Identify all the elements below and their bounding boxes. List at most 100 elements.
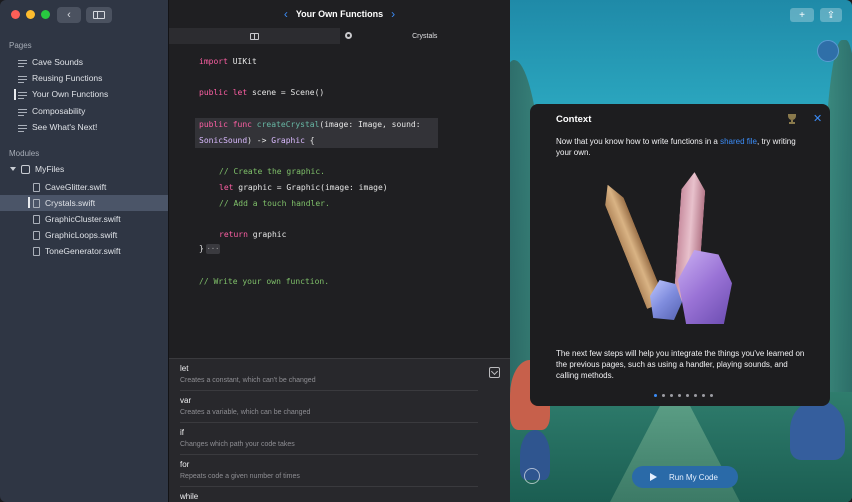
completion-keyword: let [180, 364, 189, 373]
code-line: } [199, 244, 204, 253]
close-icon[interactable]: ✕ [813, 112, 822, 125]
run-label: Run My Code [669, 472, 718, 482]
code-line: import UIKit [199, 57, 257, 66]
next-page-chevron-icon[interactable]: › [391, 7, 395, 21]
code-completion-list: let Creates a constant, which can't be c… [169, 358, 510, 502]
page-icon [18, 74, 27, 83]
completion-item-var[interactable]: var Creates a variable, which can be cha… [180, 391, 478, 423]
page-indicator[interactable] [654, 394, 713, 397]
file-item-graphiccluster[interactable]: GraphicCluster.swift [0, 211, 168, 227]
file-item-graphicloops[interactable]: GraphicLoops.swift [0, 227, 168, 243]
completion-keyword: var [180, 396, 192, 405]
completion-item-while[interactable]: while [180, 487, 478, 502]
disclosure-triangle-icon[interactable] [10, 167, 16, 171]
close-window-button[interactable] [11, 10, 20, 19]
page-dot[interactable] [654, 394, 657, 397]
current-page-marker [14, 89, 16, 100]
plus-icon: + [799, 9, 805, 21]
zoom-window-button[interactable] [41, 10, 50, 19]
file-label: CaveGlitter.swift [45, 182, 107, 192]
swift-file-icon [33, 246, 40, 256]
sidebar-page-label: Your Own Functions [32, 89, 109, 99]
file-item-crystals[interactable]: Crystals.swift [0, 195, 168, 211]
completion-item-for[interactable]: for Repeats code a given number of times [180, 455, 478, 487]
info-circle-icon[interactable] [524, 468, 540, 484]
file-item-tonegenerator[interactable]: ToneGenerator.swift [0, 243, 168, 259]
page-dot[interactable] [686, 394, 689, 397]
completion-keyword: if [180, 428, 184, 437]
page-dot[interactable] [702, 394, 705, 397]
file-label: ToneGenerator.swift [45, 246, 121, 256]
module-myfiles[interactable]: MyFiles [10, 164, 64, 174]
code-line: // Add a touch handler. [219, 199, 330, 208]
swift-file-icon [33, 198, 40, 208]
sidebar-page-label: Composability [32, 106, 86, 116]
completion-keyword: while [180, 492, 199, 501]
share-icon: ⇪ [826, 9, 836, 21]
sidebar-page-composability[interactable]: Composability [18, 104, 85, 118]
app-window: ‹ Pages Cave Sounds Reusing Functions Yo… [0, 0, 852, 502]
gear-icon [345, 32, 352, 39]
package-icon [21, 164, 30, 174]
swift-file-icon [33, 214, 40, 224]
code-line: SonicSound) -> Graphic { [199, 136, 315, 145]
completion-keyword: for [180, 460, 190, 469]
page-icon [18, 90, 27, 99]
run-my-code-button[interactable]: Run My Code [632, 466, 738, 488]
chevron-left-icon: ‹ [67, 9, 71, 21]
previous-page-chevron-icon[interactable]: ‹ [284, 7, 288, 21]
page-icon [18, 107, 27, 116]
completion-description: Creates a variable, which can be changed [180, 409, 311, 416]
page-dot[interactable] [670, 394, 673, 397]
tab-crystals[interactable]: Crystals [339, 28, 510, 44]
toggle-sidebar-button[interactable] [86, 7, 112, 23]
sidebar-page-reusing-functions[interactable]: Reusing Functions [18, 71, 102, 85]
context-popover: Context ✕ Now that you know how to write… [530, 104, 830, 406]
completion-description: Changes which path your code takes [180, 441, 295, 448]
page-dot[interactable] [710, 394, 713, 397]
editor-header: ‹ Your Own Functions › [169, 0, 510, 28]
completion-description: Repeats code a given number of times [180, 473, 300, 480]
code-area[interactable]: import UIKit public let scene = Scene() … [169, 44, 510, 358]
sidebar-page-your-own-functions[interactable]: Your Own Functions [18, 87, 108, 101]
fold-indicator[interactable]: ··· [206, 244, 220, 254]
collapse-completions-icon[interactable] [489, 367, 500, 378]
completion-description: Creates a constant, which can't be chang… [180, 377, 316, 384]
add-button[interactable]: + [790, 8, 814, 22]
popover-body: The next few steps will help you integra… [556, 349, 805, 380]
code-line: // Create the graphic. [219, 167, 325, 176]
page-dot[interactable] [662, 394, 665, 397]
popover-intro: Now that you know how to write functions… [556, 137, 796, 157]
tab-label: Crystals [412, 32, 438, 40]
file-item-caveglitter[interactable]: CaveGlitter.swift [0, 179, 168, 195]
play-icon [650, 473, 657, 481]
code-line: // Write your own function. [199, 277, 330, 286]
window-controls [11, 10, 50, 19]
split-view-icon [249, 32, 259, 40]
completion-item-let[interactable]: let Creates a constant, which can't be c… [180, 359, 478, 391]
sidebar-page-see-whats-next[interactable]: See What's Next! [18, 120, 97, 134]
sidebar-page-label: Reusing Functions [32, 73, 103, 83]
tab-main-page[interactable] [169, 28, 340, 44]
file-label: GraphicCluster.swift [45, 214, 121, 224]
editor-tab-bar: Crystals [169, 28, 510, 44]
share-button[interactable]: ⇪ [820, 8, 842, 22]
popover-title: Context [556, 114, 592, 125]
trophy-icon [787, 114, 797, 124]
sidebar-page-cave-sounds[interactable]: Cave Sounds [18, 55, 83, 69]
live-view[interactable]: + ⇪ Context ✕ Now that you know how to w… [510, 0, 852, 502]
code-line: public func createCrystal(image: Image, … [199, 120, 421, 129]
page-title: Your Own Functions [295, 9, 384, 19]
code-line: let graphic = Graphic(image: image) [219, 183, 388, 192]
file-label: Crystals.swift [45, 198, 96, 208]
page-icon [18, 58, 27, 67]
sidebar-icon [93, 11, 105, 19]
shared-file-link[interactable]: shared file [720, 137, 757, 146]
page-dot[interactable] [694, 394, 697, 397]
code-line: return graphic [219, 230, 287, 239]
page-dot[interactable] [678, 394, 681, 397]
minimize-window-button[interactable] [26, 10, 35, 19]
glossary-button[interactable] [817, 40, 839, 62]
back-button[interactable]: ‹ [57, 7, 81, 23]
completion-item-if[interactable]: if Changes which path your code takes [180, 423, 478, 455]
